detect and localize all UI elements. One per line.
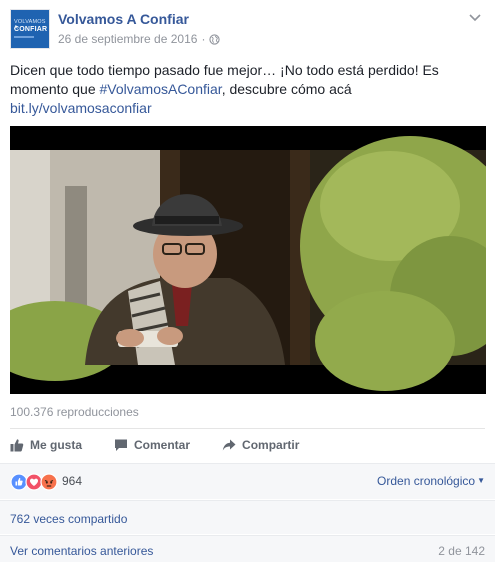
like-label: Me gusta [30,437,83,452]
video-player[interactable] [10,126,486,394]
comment-icon [115,439,128,451]
post-text: Dicen que todo tiempo pasado fue mejor… … [10,61,480,118]
share-count-link[interactable]: 762 veces compartido [10,512,127,526]
comments-row: Ver comentarios anteriores 2 de 142 [0,535,495,562]
order-label: Orden cronológico [377,474,476,488]
page-avatar[interactable]: VOLVAMOS A CONFIAR [10,9,50,49]
view-count: 100.376 reproducciones [10,405,139,419]
post-url-link[interactable]: bit.ly/volvamosaconfiar [10,100,152,116]
post-card: VOLVAMOS A CONFIAR Volvamos A Confiar 26… [0,0,495,562]
share-button[interactable]: Compartir [222,429,299,461]
page-name-link[interactable]: Volvamos A Confiar [58,11,189,27]
share-arrow-icon [222,439,236,450]
love-reaction-icon [25,473,43,491]
post-meta: 26 de septiembre de 2016 · [58,32,221,46]
post-header: VOLVAMOS A CONFIAR Volvamos A Confiar 26… [10,9,485,49]
comment-label: Comentar [134,437,191,452]
comment-order-dropdown[interactable]: Orden cronológico ▼ [377,474,485,488]
shares-row: 762 veces compartido [0,500,495,534]
comment-button[interactable]: Comentar [114,429,190,461]
avatar-text-bottom: CONFIAR [14,26,48,33]
video-frame [10,126,486,394]
caret-down-icon: ▼ [477,476,485,485]
post-text-after: , descubre cómo acá [221,81,352,97]
like-reaction-icon [10,473,28,491]
chevron-down-icon[interactable] [467,9,483,25]
meta-separator: · [201,32,206,46]
action-bar: Me gusta Comentar Compartir [10,428,485,460]
globe-icon [209,33,221,45]
reaction-count[interactable]: 964 [62,474,82,488]
angry-reaction-icon [40,473,58,491]
reaction-icons[interactable] [10,473,60,491]
comments-pager: 2 de 142 [438,544,485,558]
post-date[interactable]: 26 de septiembre de 2016 [58,32,197,46]
thumbs-up-icon [10,438,24,451]
like-button[interactable]: Me gusta [10,429,82,461]
avatar-accent-bar [14,36,34,38]
view-previous-comments-link[interactable]: Ver comentarios anteriores [10,544,153,558]
hashtag-link[interactable]: #VolvamosAConfiar [100,81,222,97]
reactions-bar: 964 Orden cronológico ▼ [0,463,495,499]
share-label: Compartir [242,437,300,452]
